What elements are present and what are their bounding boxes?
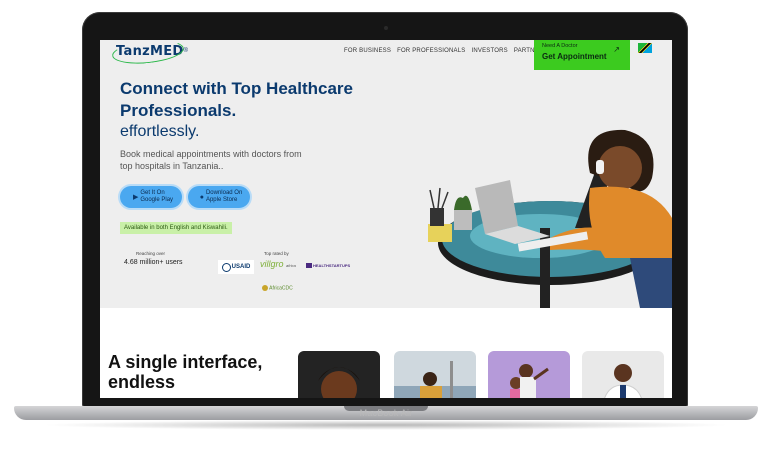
hospital-scene-image xyxy=(394,361,476,398)
app-store-line2: Apple Store xyxy=(205,197,238,203)
usaid-logo: USAID xyxy=(218,260,254,274)
cta-caption: Need A Doctor xyxy=(542,43,578,49)
section-title: A single interface, endless xyxy=(108,352,263,392)
feature-card-portrait[interactable] xyxy=(298,351,380,398)
google-play-button[interactable]: ▶ Get It On Google Play xyxy=(120,186,182,208)
tanzania-flag-icon[interactable] xyxy=(638,43,652,53)
google-play-label: Get It On Google Play xyxy=(140,190,173,204)
hero-description: Book medical appointments with doctors f… xyxy=(120,149,302,171)
healthstartups-wordmark: HEALTHSTARTUPS xyxy=(313,263,351,268)
family-photo-image xyxy=(510,364,549,398)
rated-label: Top rated by xyxy=(264,251,289,256)
africacdc-wordmark: AfricaCDC xyxy=(269,285,293,292)
app-store-button[interactable]: ● Download On Apple Store xyxy=(188,186,250,208)
laptop-model-label: MacBook Air xyxy=(359,408,413,418)
doctor-photo-image xyxy=(604,364,642,398)
tanzmed-logo[interactable]: TanzMED ® xyxy=(111,40,188,67)
portrait-image xyxy=(318,367,360,398)
reach-label: Reaching over xyxy=(136,251,166,256)
hero-title: Connect with Top Healthcare Professional… xyxy=(120,79,353,120)
google-play-line2: Google Play xyxy=(140,197,174,203)
app-store-line1: Download On xyxy=(205,190,243,196)
villgro-wordmark: villgro xyxy=(260,259,284,269)
arrow-up-right-icon: ↗ xyxy=(613,45,620,54)
nav-item-for-professionals[interactable]: FOR PROFESSIONALS xyxy=(397,48,465,54)
villgro-subtext: africa xyxy=(286,263,296,268)
feature-card-family[interactable] xyxy=(488,351,570,398)
app-store-label: Download On Apple Store xyxy=(206,190,242,204)
africacdc-emblem-icon xyxy=(262,285,268,291)
woman-at-laptop-image xyxy=(428,129,672,308)
feature-card-doctor[interactable] xyxy=(582,351,664,398)
laptop-screen: TanzMED ® FOR BUSINESS FOR PROFESSIONALS… xyxy=(100,40,672,398)
nav-item-investors[interactable]: INVESTORS xyxy=(472,48,508,54)
registered-mark: ® xyxy=(183,48,188,54)
reach-value: 4.68 million+ users xyxy=(124,259,183,266)
villgro-logo: villgro africa xyxy=(260,259,296,269)
get-appointment-button[interactable]: Need A Doctor Get Appointment ↗ xyxy=(534,40,630,70)
google-play-line1: Get It On xyxy=(140,190,165,196)
hero-subtitle: effortlessly. xyxy=(120,123,200,140)
usaid-seal-icon xyxy=(221,262,231,272)
webcam-icon xyxy=(384,26,388,30)
usaid-wordmark: USAID xyxy=(231,264,251,270)
laptop-shadow xyxy=(40,420,732,430)
top-navigation: FOR BUSINESS FOR PROFESSIONALS INVESTORS… xyxy=(344,48,548,54)
feature-card-hospital[interactable] xyxy=(394,351,476,398)
apple-icon: ● xyxy=(199,193,204,201)
africacdc-logo: AfricaCDC xyxy=(262,285,293,291)
healthstartups-logo: HEALTHSTARTUPS xyxy=(306,263,350,268)
language-badge: Available in both English and Kiswahili. xyxy=(120,222,232,234)
nav-item-for-business[interactable]: FOR BUSINESS xyxy=(344,48,391,54)
cta-label: Get Appointment xyxy=(542,52,607,61)
play-store-icon: ▶ xyxy=(132,194,139,201)
